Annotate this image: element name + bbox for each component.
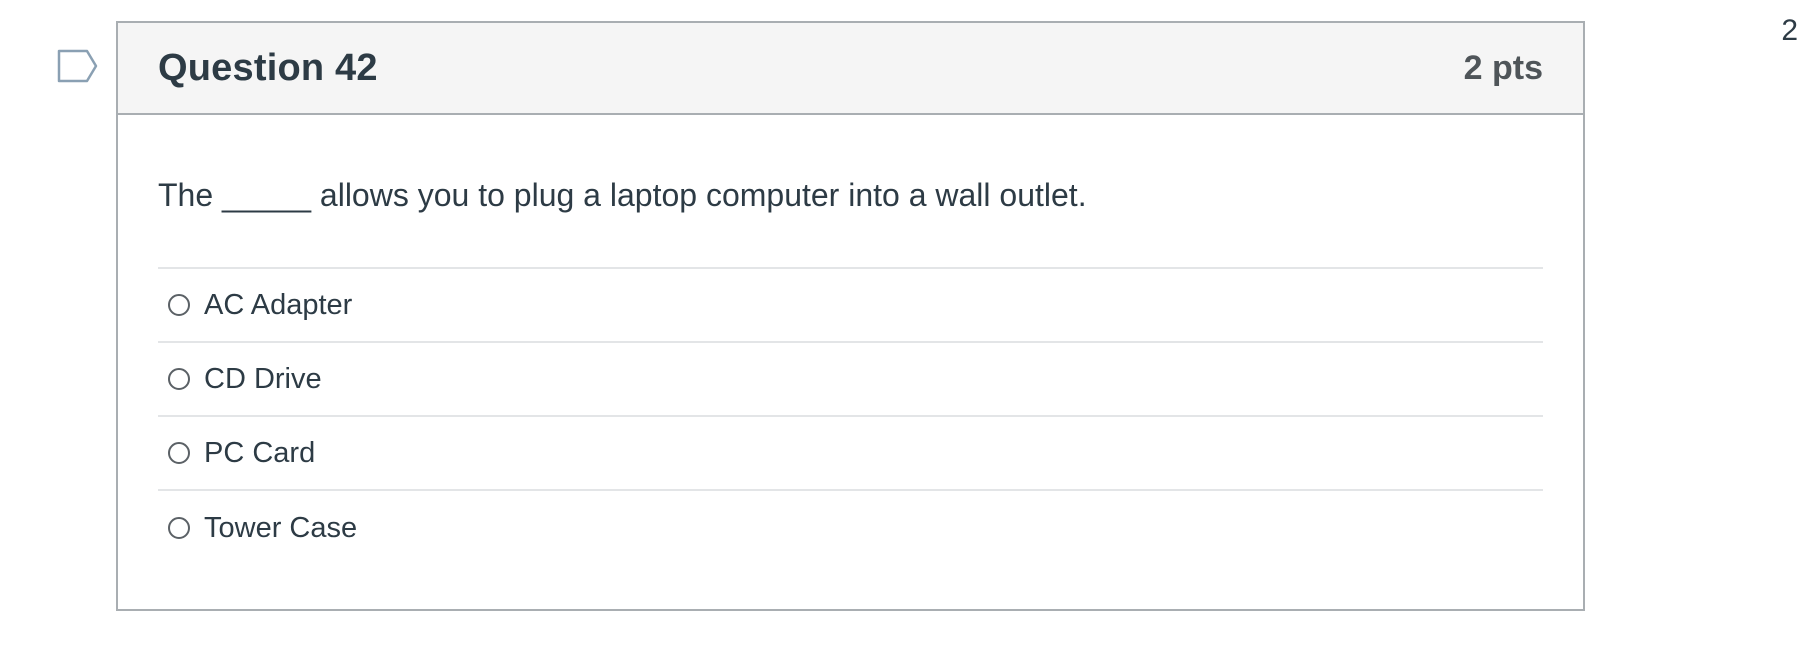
question-card: Question 42 2 pts The _____ allows you t… <box>116 21 1585 611</box>
answer-option[interactable]: CD Drive <box>158 343 1543 417</box>
question-text: The _____ allows you to plug a laptop co… <box>158 177 1087 213</box>
radio-button[interactable] <box>168 294 190 316</box>
answer-option[interactable]: Tower Case <box>158 491 1543 565</box>
answer-label[interactable]: PC Card <box>204 436 315 470</box>
flag-question-button[interactable] <box>57 48 99 84</box>
flag-icon <box>57 48 99 84</box>
question-points: 2 pts <box>1463 48 1543 87</box>
answer-label[interactable]: AC Adapter <box>204 288 352 322</box>
answer-option[interactable]: PC Card <box>158 417 1543 491</box>
radio-button[interactable] <box>168 368 190 390</box>
question-body: The _____ allows you to plug a laptop co… <box>118 175 1583 565</box>
quiz-page: 2 Question 42 2 pts The _____ allows you… <box>0 0 1798 650</box>
question-header: Question 42 2 pts <box>118 23 1583 115</box>
radio-button[interactable] <box>168 517 190 539</box>
answer-list: AC Adapter CD Drive PC Card Tower Case <box>158 267 1543 565</box>
page-number: 2 <box>1781 14 1798 47</box>
answer-label[interactable]: CD Drive <box>204 362 322 396</box>
answer-label[interactable]: Tower Case <box>204 511 357 545</box>
radio-button[interactable] <box>168 442 190 464</box>
answer-option[interactable]: AC Adapter <box>158 269 1543 343</box>
question-title: Question 42 <box>158 46 378 89</box>
